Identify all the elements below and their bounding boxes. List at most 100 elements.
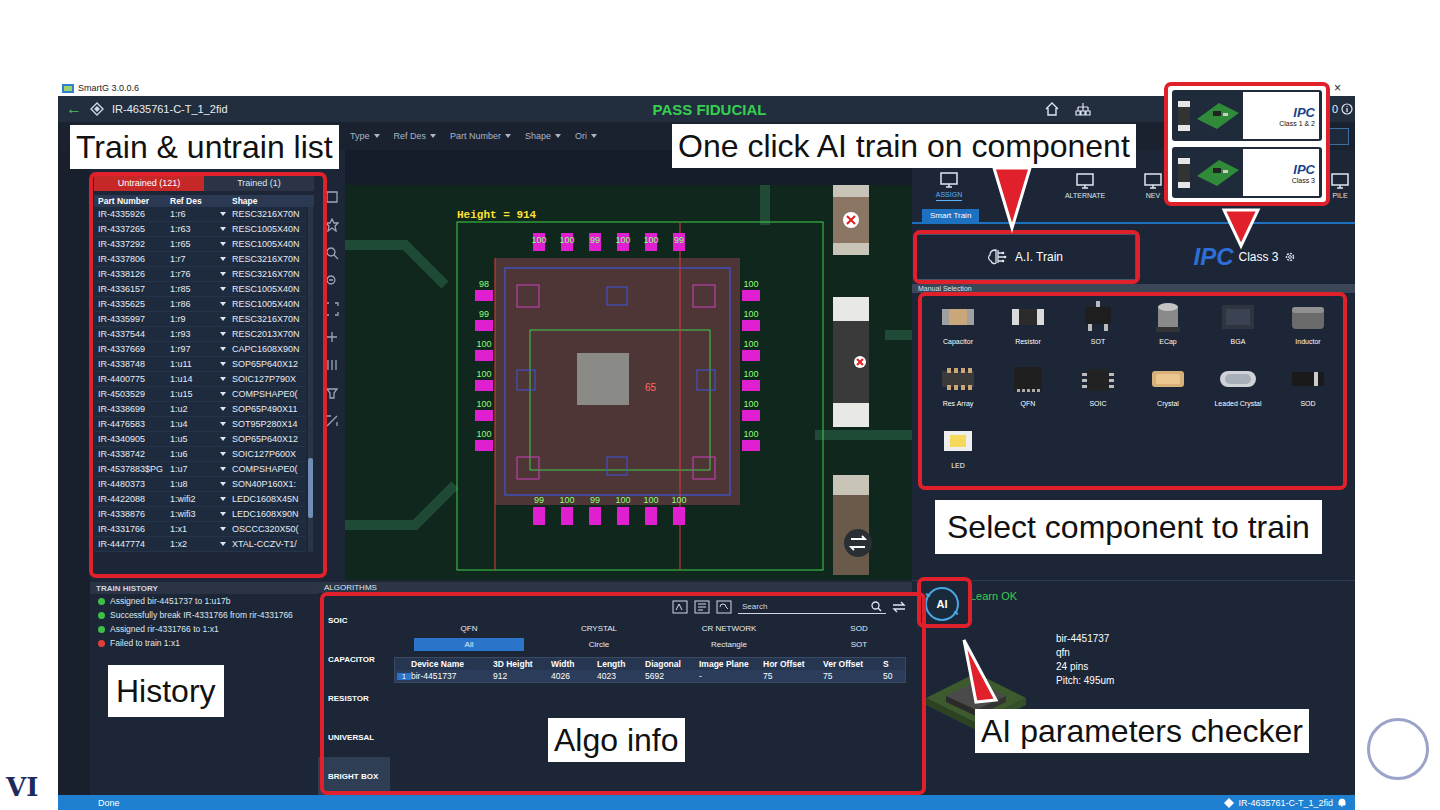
filter-chip[interactable]: SOD: [804, 622, 914, 635]
toolbar-button[interactable]: ALTERNATE: [1056, 172, 1114, 201]
pcb-canvas[interactable]: 1001009910010099991009910010010098991001…: [345, 185, 912, 580]
tool-icon[interactable]: [694, 600, 710, 614]
home-icon[interactable]: [1044, 101, 1060, 117]
filter-dropdown[interactable]: Ref Des: [394, 131, 437, 141]
ai-checker-icon[interactable]: AI: [922, 584, 962, 624]
back-button[interactable]: ←: [66, 101, 82, 117]
filter-chip[interactable]: CRYSTAL: [544, 622, 654, 635]
scroll-thumb[interactable]: [308, 458, 313, 518]
dropdown-icon[interactable]: [220, 362, 226, 366]
close-button[interactable]: ×: [1334, 81, 1341, 95]
ref-des-cell[interactable]: 1:u6: [170, 449, 232, 459]
ref-des-cell[interactable]: 1:wifi3: [170, 509, 232, 519]
algorithm-family[interactable]: SOIC: [318, 601, 390, 640]
bell-icon[interactable]: [1337, 798, 1347, 808]
column-header[interactable]: Width: [551, 659, 597, 669]
table-row[interactable]: IR-44477741:x2XTAL-CCZV-T1/: [94, 537, 306, 552]
filter-chip[interactable]: Rectangle: [674, 638, 784, 651]
toolbar-button[interactable]: ASSIGN: [920, 171, 978, 201]
error-marker-icon[interactable]: [843, 212, 859, 228]
tab[interactable]: Untrained (121): [94, 175, 204, 191]
filter-dropdown[interactable]: Part Number: [450, 131, 511, 141]
dropdown-icon[interactable]: [220, 467, 226, 471]
swap-icon[interactable]: [844, 529, 872, 557]
ref-des-cell[interactable]: 1:u8: [170, 479, 232, 489]
ref-des-cell[interactable]: 1:u4: [170, 419, 232, 429]
error-marker-icon[interactable]: [854, 356, 866, 368]
ref-des-cell[interactable]: 1:u5: [170, 434, 232, 444]
component-option[interactable]: Res Array: [924, 361, 992, 421]
search-icon[interactable]: [871, 601, 882, 612]
table-row[interactable]: IR-43361571:r85RESC1005X40N: [94, 282, 306, 297]
tool-icon[interactable]: [716, 600, 732, 614]
ref-des-cell[interactable]: 1:r6: [170, 209, 232, 219]
algorithm-family[interactable]: BRIGHT BOX: [318, 757, 390, 796]
component-option[interactable]: ECap: [1134, 299, 1202, 359]
filter-chip[interactable]: QFN: [414, 622, 524, 635]
ref-des-cell[interactable]: 1:r7: [170, 254, 232, 264]
dropdown-icon[interactable]: [220, 272, 226, 276]
component-option[interactable]: LED: [924, 423, 992, 483]
column-header[interactable]: Image Plane: [699, 659, 763, 669]
dropdown-icon[interactable]: [220, 437, 226, 441]
table-row[interactable]: IR-43388761:wifi3LEDC1608X90N: [94, 507, 306, 522]
dropdown-icon[interactable]: [220, 452, 226, 456]
table-row[interactable]: IR-43378061:r7RESC3216X70N: [94, 252, 306, 267]
filter-chip[interactable]: CR NETWORK: [674, 622, 784, 635]
swap-icon[interactable]: [892, 601, 906, 613]
table-row[interactable]: IR-44803731:u8SON40P160X1:: [94, 477, 306, 492]
dropdown-icon[interactable]: [220, 347, 226, 351]
ref-des-cell[interactable]: 1:u7: [170, 464, 232, 474]
table-row[interactable]: IR-43376691:r97CAPC1608X90N: [94, 342, 306, 357]
ai-train-button[interactable]: A.I. Train: [914, 234, 1136, 280]
table-row[interactable]: IR-45035291:u15COMPSHAPE0(: [94, 387, 306, 402]
component-option[interactable]: SOIC: [1064, 361, 1132, 421]
tab[interactable]: Smart Train: [922, 209, 979, 222]
ipc-class-button[interactable]: IPCClass 3: [1142, 234, 1347, 280]
info-icon[interactable]: [1341, 103, 1353, 115]
dropdown-icon[interactable]: [220, 527, 226, 531]
ref-des-cell[interactable]: 1:r85: [170, 284, 232, 294]
table-row[interactable]: IR-43372651:r63RESC1005X40N: [94, 222, 306, 237]
algorithm-family[interactable]: RESISTOR: [318, 679, 390, 718]
table-row[interactable]: IR-43356251:r86RESC1005X40N: [94, 297, 306, 312]
dropdown-icon[interactable]: [220, 497, 226, 501]
dropdown-icon[interactable]: [220, 257, 226, 261]
column-header[interactable]: Shape: [232, 196, 314, 206]
table-row[interactable]: 1bir-4451737912402640235692-757550: [395, 670, 905, 682]
ref-des-cell[interactable]: 1:r76: [170, 269, 232, 279]
column-header[interactable]: Ref Des: [170, 196, 232, 206]
dropdown-icon[interactable]: [220, 332, 226, 336]
dropdown-icon[interactable]: [220, 317, 226, 321]
toolbar-button[interactable]: [988, 172, 1046, 201]
ref-des-cell[interactable]: 1:r86: [170, 299, 232, 309]
table-row[interactable]: IR-44220881:wifi2LEDC1608X45N: [94, 492, 306, 507]
table-row[interactable]: IR-43381261:r76RESC3216X70N: [94, 267, 306, 282]
component-option[interactable]: Inductor: [1274, 299, 1342, 359]
dropdown-icon[interactable]: [220, 287, 226, 291]
scrollbar[interactable]: [308, 207, 313, 552]
filter-chip[interactable]: Circle: [544, 638, 654, 651]
network-icon[interactable]: [1075, 101, 1091, 117]
filter-dropdown[interactable]: Ori: [575, 131, 597, 141]
ref-des-cell[interactable]: 1:r93: [170, 329, 232, 339]
table-row[interactable]: IR-43386991:u2SOP65P490X11: [94, 402, 306, 417]
column-header[interactable]: Hor Offset: [763, 659, 823, 669]
component-option[interactable]: QFN: [994, 361, 1062, 421]
ref-des-cell[interactable]: 1:r97: [170, 344, 232, 354]
column-header[interactable]: Part Number: [98, 196, 170, 206]
dropdown-icon[interactable]: [220, 422, 226, 426]
table-row[interactable]: IR-4537883$PG1:u7COMPSHAPE0(: [94, 462, 306, 477]
ref-des-cell[interactable]: 1:r9: [170, 314, 232, 324]
search-field[interactable]: Search: [738, 599, 886, 614]
toolbar-button[interactable]: PILE: [1328, 172, 1352, 201]
dropdown-icon[interactable]: [220, 407, 226, 411]
component-option[interactable]: Crystal: [1134, 361, 1202, 421]
gear-icon[interactable]: [1284, 251, 1296, 263]
table-row[interactable]: IR-43387421:u6SOIC127P600X: [94, 447, 306, 462]
ref-des-cell[interactable]: 1:u14: [170, 374, 232, 384]
algorithm-family[interactable]: CAPACITOR: [318, 640, 390, 679]
ref-des-cell[interactable]: 1:x1: [170, 524, 232, 534]
table-row[interactable]: IR-43387481:u11SOP65P640X12: [94, 357, 306, 372]
filter-chip[interactable]: All: [414, 638, 524, 651]
